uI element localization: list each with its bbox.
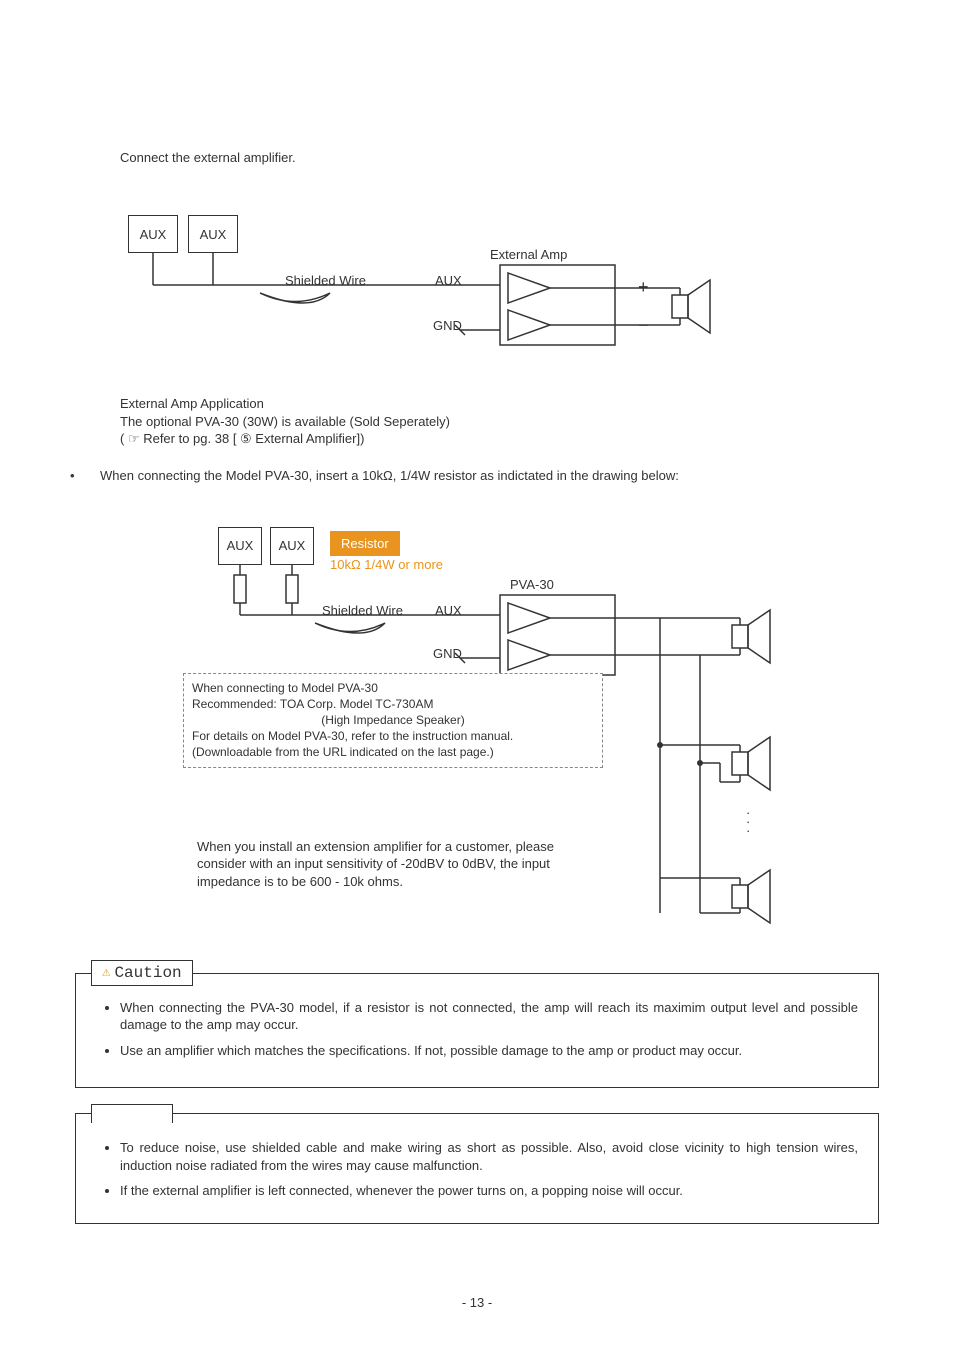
diagram-pva30: AUX AUX Resistor 10kΩ 1/4W or more Shiel… — [60, 493, 894, 943]
aux-input-label: AUX — [435, 603, 462, 618]
dashed-line1: When connecting to Model PVA-30 — [192, 680, 594, 696]
aux-label: AUX — [279, 538, 306, 553]
bullet-instruction: • When connecting the Model PVA-30, inse… — [70, 468, 894, 483]
dashed-line5: (Downloadable from the URL indicated on … — [192, 744, 594, 760]
aux-terminal-2: AUX — [270, 527, 314, 565]
extension-amp-note: When you install an extension amplifier … — [197, 838, 602, 891]
gnd-label: GND — [433, 646, 462, 661]
page: Connect the external amplifier. — [0, 0, 954, 1350]
resistor-spec: 10kΩ 1/4W or more — [330, 557, 443, 572]
aux-label: AUX — [227, 538, 254, 553]
caution-box: ⚠ Caution When connecting the PVA-30 mod… — [75, 973, 879, 1089]
pva30-recommendation-box: When connecting to Model PVA-30 Recommen… — [183, 673, 603, 768]
gnd-label: GND — [433, 318, 462, 333]
plus-symbol: + — [638, 277, 649, 298]
note-line3: ( ☞ Refer to pg. 38 [ ⑤ External Amplifi… — [120, 430, 894, 448]
caution-label: ⚠ Caution — [91, 960, 193, 986]
warning-triangle-icon: ⚠ — [102, 964, 110, 981]
minus-symbol: − — [638, 315, 649, 336]
caution-item-1: When connecting the PVA-30 model, if a r… — [120, 999, 858, 1034]
note-item-1: To reduce noise, use shielded cable and … — [120, 1139, 858, 1174]
aux-label: AUX — [140, 227, 167, 242]
shielded-wire-label: Shielded Wire — [285, 273, 366, 288]
aux-terminal-1: AUX — [128, 215, 178, 253]
note-item-2: If the external amplifier is left connec… — [120, 1182, 858, 1200]
caution-text: Caution — [114, 964, 181, 982]
note-line1: External Amp Application — [120, 395, 894, 413]
dashed-line3: (High Impedance Speaker) — [192, 712, 594, 728]
dashed-line2: Recommended: TOA Corp. Model TC-730AM — [192, 696, 594, 712]
aux-terminal-1: AUX — [218, 527, 262, 565]
shielded-wire-label: Shielded Wire — [322, 603, 403, 618]
note-tab — [91, 1104, 173, 1123]
diagram-external-amp: AUX AUX Shielded Wire AUX GND External A… — [60, 185, 894, 385]
aux-input-label: AUX — [435, 273, 462, 288]
page-number: - 13 - — [0, 1295, 954, 1310]
note-line2: The optional PVA-30 (30W) is available (… — [120, 413, 894, 431]
external-amp-note: External Amp Application The optional PV… — [120, 395, 894, 448]
bullet-text: When connecting the Model PVA-30, insert… — [100, 468, 679, 483]
note-box: To reduce noise, use shielded cable and … — [75, 1113, 879, 1224]
aux-label: AUX — [200, 227, 227, 242]
caution-item-2: Use an amplifier which matches the speci… — [120, 1042, 858, 1060]
pva30-label: PVA-30 — [510, 577, 554, 592]
resistor-label: Resistor — [330, 531, 400, 556]
bullet-icon: • — [70, 468, 100, 483]
aux-terminal-2: AUX — [188, 215, 238, 253]
dashed-line4: For details on Model PVA-30, refer to th… — [192, 728, 594, 744]
vertical-dots-icon: ··· — [746, 808, 750, 835]
external-amp-label: External Amp — [490, 247, 567, 262]
intro-text: Connect the external amplifier. — [120, 150, 894, 165]
